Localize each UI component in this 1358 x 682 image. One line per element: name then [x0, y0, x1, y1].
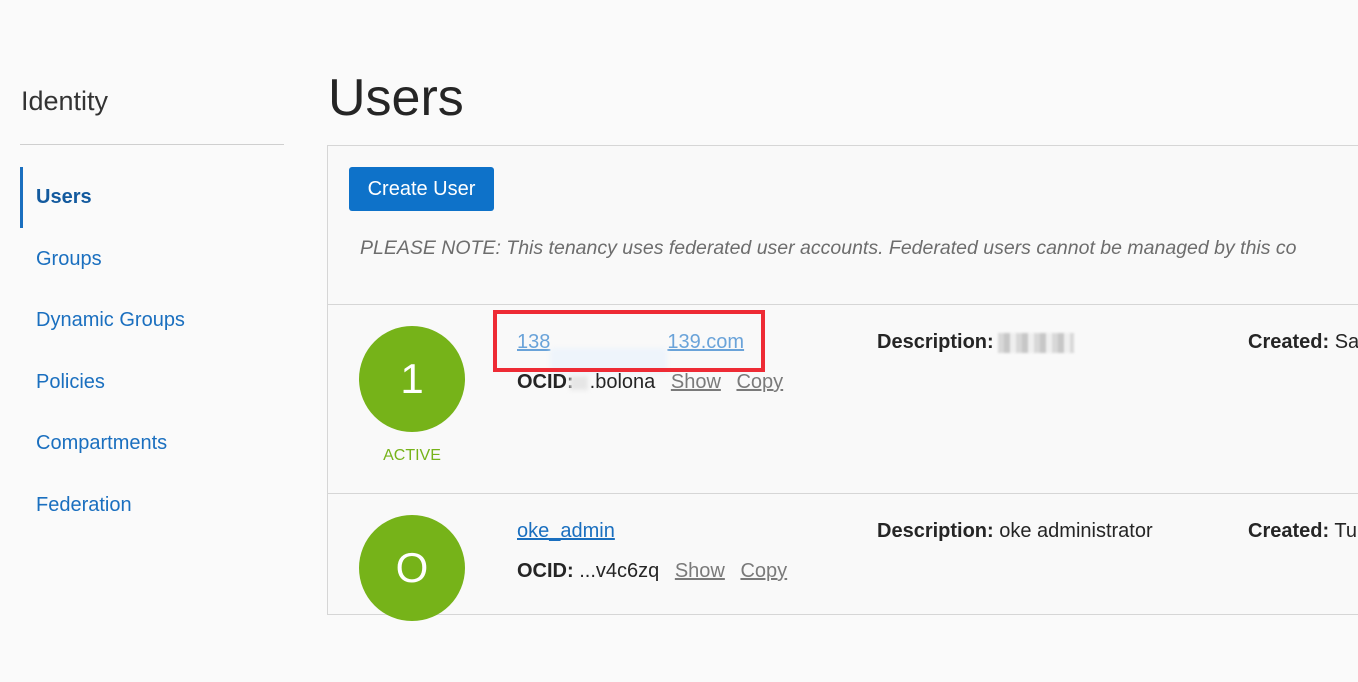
description-value: oke administrator [999, 520, 1153, 542]
user-row: O oke_admin OCID: ...v4c6zq Show Copy De… [328, 494, 1358, 682]
user-name-link[interactable]: oke_admin [517, 520, 615, 543]
created-value: Tu [1334, 520, 1357, 542]
created: Created: Tu [1248, 520, 1357, 543]
create-user-button[interactable]: Create User [349, 167, 494, 211]
ocid-label: OCID: [517, 560, 574, 582]
users-panel: Create User PLEASE NOTE: This tenancy us… [327, 145, 1358, 621]
ocid-mask [569, 375, 588, 390]
sidebar-item-compartments[interactable]: Compartments [20, 413, 285, 475]
description: Description: oke administrator [877, 520, 1153, 543]
sidebar-item-federation[interactable]: Federation [20, 475, 285, 537]
sidebar-item-dynamic-groups[interactable]: Dynamic Groups [20, 290, 285, 352]
created: Created: Sa [1248, 331, 1358, 354]
description-label: Description: [877, 520, 994, 542]
sidebar-item-users[interactable]: Users [20, 167, 285, 229]
description: Description: [877, 331, 1074, 354]
user-name-suffix: 139.com [667, 331, 745, 353]
avatar: 1 [359, 326, 465, 432]
created-value: Sa [1334, 331, 1358, 353]
description-redacted [997, 332, 1074, 353]
sidebar-item-groups[interactable]: Groups [20, 229, 285, 291]
user-row: 1 ACTIVE 138 139.com OCID: .bolona Show Co… [328, 305, 1358, 493]
sidebar-item-policies[interactable]: Policies [20, 352, 285, 414]
page-title: Users [328, 69, 464, 127]
show-ocid-link[interactable]: Show [671, 371, 721, 393]
created-label: Created: [1248, 520, 1330, 542]
description-label: Description: [877, 331, 994, 353]
ocid-value: ...v4c6zq [579, 560, 660, 582]
sidebar-divider [20, 144, 284, 145]
user-name-link[interactable]: 138 139.com [517, 331, 745, 374]
sidebar-nav: Users Groups Dynamic Groups Policies Com… [20, 167, 285, 536]
ocid-line: OCID: .bolona Show Copy [517, 371, 783, 394]
ocid-line: OCID: ...v4c6zq Show Copy [517, 560, 787, 583]
user-name-prefix: 138 [517, 331, 551, 353]
status-badge: ACTIVE [383, 447, 441, 464]
created-label: Created: [1248, 331, 1330, 353]
ocid-value: .bolona [589, 371, 656, 393]
avatar: O [359, 515, 465, 621]
federation-note: PLEASE NOTE: This tenancy uses federated… [360, 237, 1297, 259]
sidebar-title: Identity [21, 86, 109, 116]
show-ocid-link[interactable]: Show [675, 560, 725, 582]
ocid-label: OCID: [517, 371, 574, 393]
copy-ocid-link[interactable]: Copy [736, 371, 783, 393]
copy-ocid-link[interactable]: Copy [740, 560, 787, 582]
